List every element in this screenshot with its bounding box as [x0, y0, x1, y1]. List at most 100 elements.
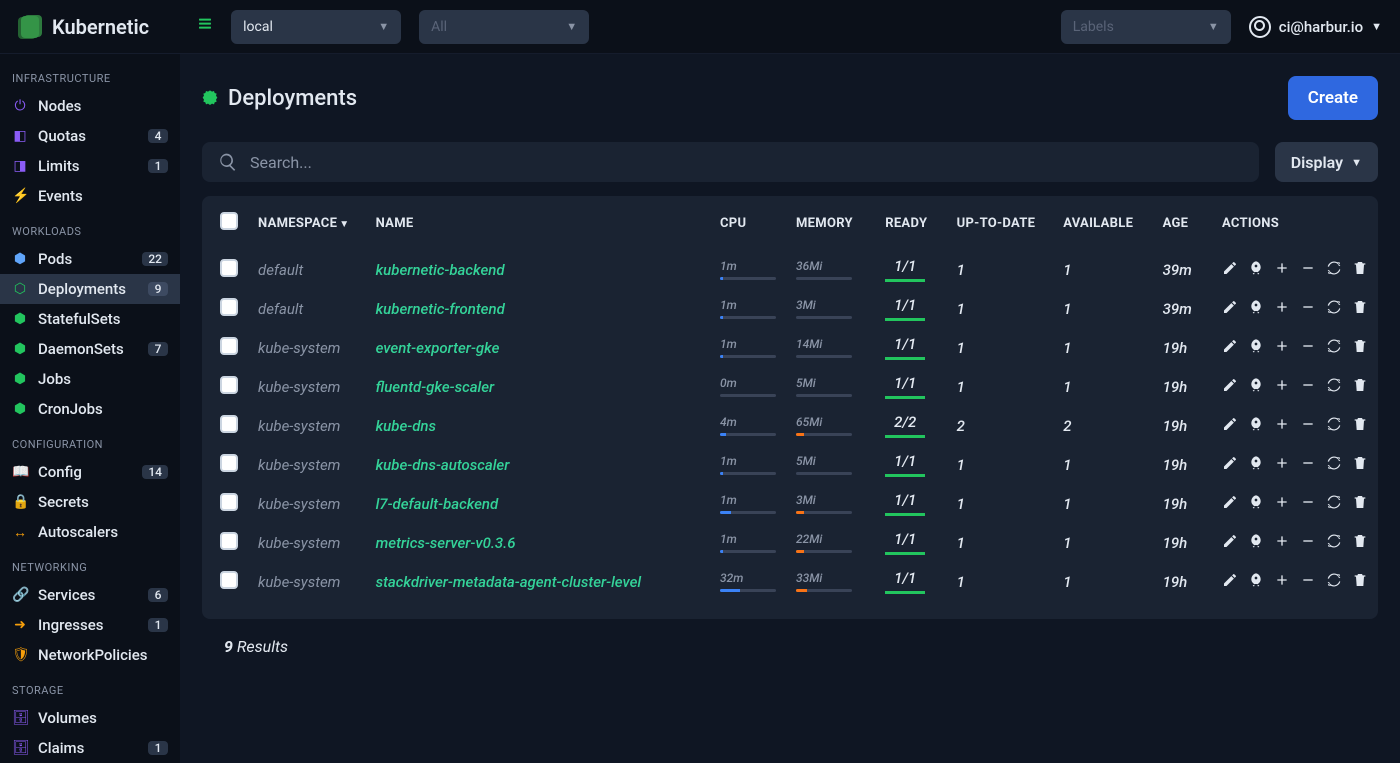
sidebar-item-volumes[interactable]: 🗄Volumes	[0, 703, 180, 733]
namespace-select[interactable]: All ▼	[419, 10, 589, 44]
trash-action-icon[interactable]	[1352, 377, 1368, 397]
refresh-action-icon[interactable]	[1326, 260, 1342, 280]
row-checkbox[interactable]	[220, 532, 238, 550]
table-row[interactable]: kube-systemkube-dns-autoscaler1m5Mi1/111…	[202, 445, 1378, 484]
cell-name[interactable]: kubernetic-backend	[376, 261, 505, 279]
minus-action-icon[interactable]	[1300, 533, 1316, 553]
cell-name[interactable]: metrics-server-v0.3.6	[376, 534, 516, 552]
minus-action-icon[interactable]	[1300, 299, 1316, 319]
sidebar-item-jobs[interactable]: ⬢Jobs	[0, 364, 180, 394]
refresh-action-icon[interactable]	[1326, 416, 1342, 436]
minus-action-icon[interactable]	[1300, 572, 1316, 592]
col-namespace[interactable]: NAMESPACE▼	[248, 196, 366, 250]
trash-action-icon[interactable]	[1352, 455, 1368, 475]
search-box[interactable]	[202, 142, 1259, 182]
trash-action-icon[interactable]	[1352, 260, 1368, 280]
trash-action-icon[interactable]	[1352, 416, 1368, 436]
row-checkbox[interactable]	[220, 415, 238, 433]
row-checkbox[interactable]	[220, 259, 238, 277]
refresh-action-icon[interactable]	[1326, 338, 1342, 358]
context-select[interactable]: local ▼	[231, 10, 401, 44]
search-input[interactable]	[250, 153, 1243, 172]
table-row[interactable]: kube-systemevent-exporter-gke1m14Mi1/111…	[202, 328, 1378, 367]
edit-action-icon[interactable]	[1222, 299, 1238, 319]
minus-action-icon[interactable]	[1300, 416, 1316, 436]
rocket-action-icon[interactable]	[1248, 572, 1264, 592]
col-uptodate[interactable]: UP-TO-DATE	[947, 196, 1054, 250]
trash-action-icon[interactable]	[1352, 338, 1368, 358]
row-checkbox[interactable]	[220, 493, 238, 511]
refresh-action-icon[interactable]	[1326, 494, 1342, 514]
rocket-action-icon[interactable]	[1248, 299, 1264, 319]
trash-action-icon[interactable]	[1352, 494, 1368, 514]
refresh-action-icon[interactable]	[1326, 377, 1342, 397]
edit-action-icon[interactable]	[1222, 533, 1238, 553]
col-name[interactable]: NAME	[366, 196, 710, 250]
sidebar-item-services[interactable]: 🔗Services6	[0, 580, 180, 610]
plus-action-icon[interactable]	[1274, 533, 1290, 553]
row-checkbox[interactable]	[220, 454, 238, 472]
rocket-action-icon[interactable]	[1248, 377, 1264, 397]
sidebar-item-ingresses[interactable]: ➜Ingresses1	[0, 610, 180, 640]
edit-action-icon[interactable]	[1222, 416, 1238, 436]
edit-action-icon[interactable]	[1222, 260, 1238, 280]
minus-action-icon[interactable]	[1300, 260, 1316, 280]
cell-name[interactable]: l7-default-backend	[376, 495, 499, 513]
plus-action-icon[interactable]	[1274, 494, 1290, 514]
sidebar-item-statefulsets[interactable]: ⬢StatefulSets	[0, 304, 180, 334]
refresh-action-icon[interactable]	[1326, 455, 1342, 475]
rocket-action-icon[interactable]	[1248, 455, 1264, 475]
row-checkbox[interactable]	[220, 337, 238, 355]
trash-action-icon[interactable]	[1352, 299, 1368, 319]
sidebar-item-events[interactable]: ⚡Events	[0, 181, 180, 211]
trash-action-icon[interactable]	[1352, 572, 1368, 592]
rocket-action-icon[interactable]	[1248, 338, 1264, 358]
sidebar-item-autoscalers[interactable]: ↔Autoscalers	[0, 517, 180, 547]
minus-action-icon[interactable]	[1300, 455, 1316, 475]
sidebar-item-deployments[interactable]: ⬡Deployments9	[0, 274, 180, 304]
sidebar-item-daemonsets[interactable]: ⬢DaemonSets7	[0, 334, 180, 364]
create-button[interactable]: Create	[1288, 76, 1378, 120]
context-icon[interactable]	[197, 16, 213, 37]
minus-action-icon[interactable]	[1300, 338, 1316, 358]
refresh-action-icon[interactable]	[1326, 533, 1342, 553]
sidebar-item-cronjobs[interactable]: ⬢CronJobs	[0, 394, 180, 424]
plus-action-icon[interactable]	[1274, 455, 1290, 475]
table-row[interactable]: kube-systemstackdriver-metadata-agent-cl…	[202, 562, 1378, 601]
user-menu[interactable]: ci@harbur.io ▼	[1249, 16, 1382, 38]
rocket-action-icon[interactable]	[1248, 494, 1264, 514]
col-available[interactable]: AVAILABLE	[1053, 196, 1152, 250]
table-row[interactable]: defaultkubernetic-backend1m36Mi1/11139m	[202, 250, 1378, 289]
row-checkbox[interactable]	[220, 376, 238, 394]
table-row[interactable]: defaultkubernetic-frontend1m3Mi1/11139m	[202, 289, 1378, 328]
row-checkbox[interactable]	[220, 571, 238, 589]
col-age[interactable]: AGE	[1153, 196, 1212, 250]
cell-name[interactable]: kube-dns-autoscaler	[376, 456, 510, 474]
edit-action-icon[interactable]	[1222, 455, 1238, 475]
plus-action-icon[interactable]	[1274, 299, 1290, 319]
edit-action-icon[interactable]	[1222, 377, 1238, 397]
rocket-action-icon[interactable]	[1248, 533, 1264, 553]
plus-action-icon[interactable]	[1274, 260, 1290, 280]
sidebar-item-pods[interactable]: ⬢Pods22	[0, 244, 180, 274]
sidebar-item-config[interactable]: 📖Config14	[0, 457, 180, 487]
table-row[interactable]: kube-systemkube-dns4m65Mi2/22219h	[202, 406, 1378, 445]
col-ready[interactable]: READY	[875, 196, 946, 250]
select-all-checkbox[interactable]	[220, 212, 238, 230]
edit-action-icon[interactable]	[1222, 572, 1238, 592]
row-checkbox[interactable]	[220, 298, 238, 316]
table-row[interactable]: kube-systemmetrics-server-v0.3.61m22Mi1/…	[202, 523, 1378, 562]
table-row[interactable]: kube-systemfluentd-gke-scaler0m5Mi1/1111…	[202, 367, 1378, 406]
table-row[interactable]: kube-systeml7-default-backend1m3Mi1/1111…	[202, 484, 1378, 523]
minus-action-icon[interactable]	[1300, 494, 1316, 514]
sidebar-item-networkpolicies[interactable]: 🛡NetworkPolicies	[0, 640, 180, 670]
cell-name[interactable]: event-exporter-gke	[376, 339, 500, 357]
plus-action-icon[interactable]	[1274, 338, 1290, 358]
labels-select[interactable]: Labels ▼	[1061, 10, 1231, 44]
col-memory[interactable]: MEMORY	[786, 196, 875, 250]
cell-name[interactable]: fluentd-gke-scaler	[376, 378, 495, 396]
plus-action-icon[interactable]	[1274, 377, 1290, 397]
refresh-action-icon[interactable]	[1326, 299, 1342, 319]
edit-action-icon[interactable]	[1222, 338, 1238, 358]
rocket-action-icon[interactable]	[1248, 416, 1264, 436]
